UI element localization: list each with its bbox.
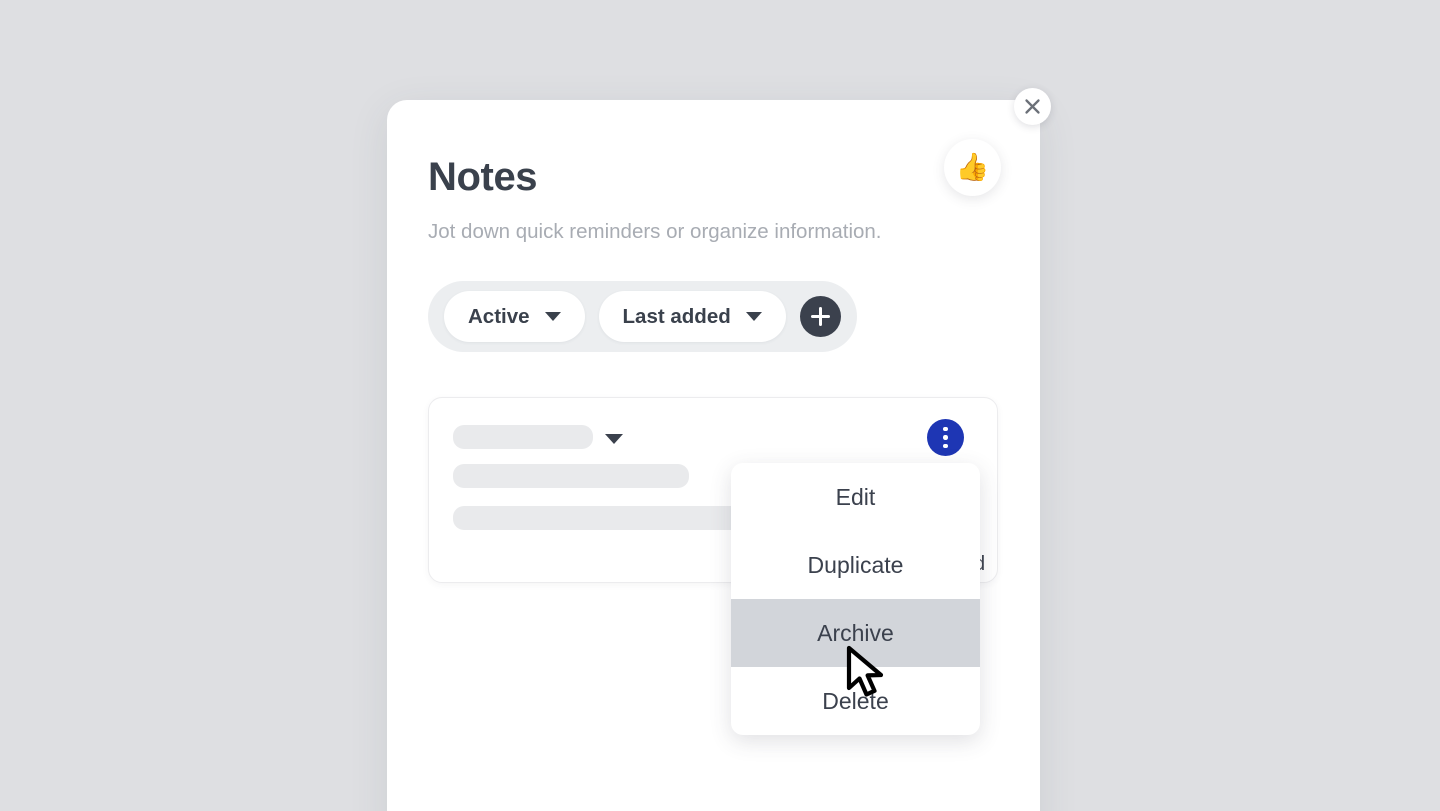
filter-dropdown[interactable]: Active <box>444 291 585 342</box>
chevron-down-icon <box>544 312 561 321</box>
sort-dropdown[interactable]: Last added <box>598 291 786 342</box>
note-expand-icon[interactable] <box>605 434 623 444</box>
menu-item-edit[interactable]: Edit <box>731 463 980 531</box>
filter-dropdown-label: Active <box>468 304 530 328</box>
chevron-down-icon <box>745 312 762 321</box>
note-options-button[interactable] <box>927 419 964 456</box>
sort-dropdown-label: Last added <box>622 304 731 328</box>
controls-bar: Active Last added <box>428 281 857 352</box>
more-vertical-icon <box>943 426 948 432</box>
skeleton-bar <box>453 506 743 530</box>
close-button[interactable] <box>1014 88 1051 125</box>
menu-item-label: Archive <box>817 619 894 646</box>
page-subtitle: Jot down quick reminders or organize inf… <box>428 220 882 243</box>
menu-item-delete[interactable]: Delete <box>731 667 980 735</box>
note-context-menu: Edit Duplicate Archive Delete <box>731 463 980 735</box>
thumbs-up-icon: 👍 <box>955 152 990 182</box>
menu-item-duplicate[interactable]: Duplicate <box>731 531 980 599</box>
more-vertical-icon <box>943 435 948 440</box>
skeleton-bar <box>453 464 689 488</box>
menu-item-archive[interactable]: Archive <box>731 599 980 667</box>
menu-item-label: Delete <box>822 687 889 714</box>
page-title: Notes <box>428 155 538 199</box>
thumbs-up-badge[interactable]: 👍 <box>944 139 1001 196</box>
more-vertical-icon <box>943 443 948 449</box>
menu-item-label: Duplicate <box>807 551 904 578</box>
close-icon <box>1025 99 1040 114</box>
skeleton-bar <box>453 425 593 449</box>
add-note-button[interactable] <box>799 296 841 337</box>
menu-item-label: Edit <box>835 483 876 510</box>
